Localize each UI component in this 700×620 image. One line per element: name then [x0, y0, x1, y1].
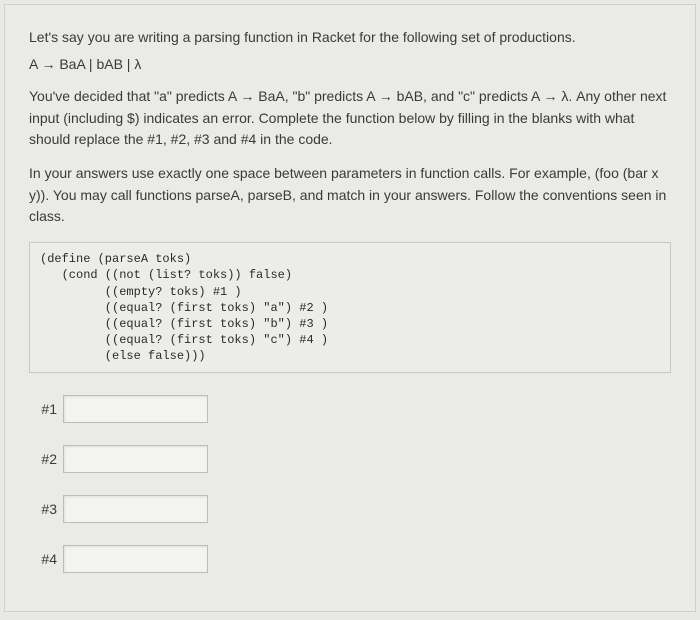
- code-block: (define (parseA toks) (cond ((not (list?…: [29, 242, 671, 373]
- answer-input-3[interactable]: [63, 495, 208, 523]
- paragraph-2: In your answers use exactly one space be…: [29, 163, 671, 228]
- answer-row-3: #3: [29, 495, 671, 523]
- answer-label-1: #1: [29, 401, 57, 417]
- answer-label-2: #2: [29, 451, 57, 467]
- question-container: Let's say you are writing a parsing func…: [4, 4, 696, 612]
- answer-label-3: #3: [29, 501, 57, 517]
- answer-row-2: #2: [29, 445, 671, 473]
- answer-label-4: #4: [29, 551, 57, 567]
- answer-row-4: #4: [29, 545, 671, 573]
- answer-input-1[interactable]: [63, 395, 208, 423]
- grammar-line: A → BaA | bAB | λ: [29, 56, 671, 72]
- answer-input-2[interactable]: [63, 445, 208, 473]
- answer-input-4[interactable]: [63, 545, 208, 573]
- intro-text: Let's say you are writing a parsing func…: [29, 27, 671, 48]
- answer-row-1: #1: [29, 395, 671, 423]
- paragraph-1: You've decided that "a" predicts A → BaA…: [29, 86, 671, 151]
